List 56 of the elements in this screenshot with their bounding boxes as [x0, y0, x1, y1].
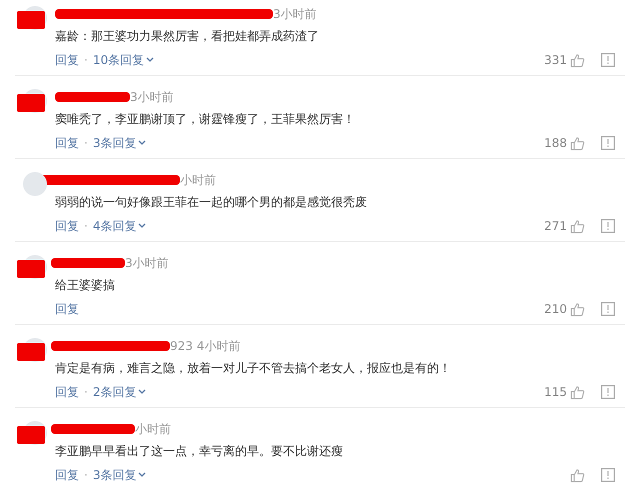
report-icon[interactable] [601, 385, 615, 399]
comment-time: 3小时前 [273, 6, 317, 23]
redacted-avatar[interactable] [17, 338, 47, 362]
comment-text: 肯定是有病，难言之隐，放着一对儿子不管去搞个老女人，报应也是有的！ [54, 360, 452, 376]
like-count: 210 [544, 301, 567, 318]
report-icon[interactable] [601, 53, 615, 67]
thumbs-up-icon[interactable] [570, 136, 585, 150]
replies-link[interactable]: 3条回复 [92, 134, 146, 152]
comment-text: 李亚鹏早早看出了这一点，幸亏离的早。要不比谢还瘦 [54, 443, 344, 459]
replies-link[interactable]: 2条回复 [92, 383, 146, 401]
chevron-down-icon [138, 472, 146, 478]
like-count: 188 [544, 135, 567, 152]
thumbs-up-icon[interactable] [570, 384, 585, 400]
chevron-down-icon [138, 223, 146, 229]
comment-time: 3小时前 [130, 89, 174, 106]
redacted-avatar[interactable] [17, 255, 47, 279]
replies-link[interactable]: 3条回复 [92, 466, 146, 484]
separator-dot: · [84, 218, 88, 235]
comment-text: 给王婆婆搞 [54, 277, 116, 293]
comment-time: 小时前 [180, 172, 216, 189]
like-count: 331 [544, 52, 567, 69]
like-count: 115 [544, 384, 567, 401]
report-icon[interactable] [601, 468, 615, 482]
comment-time: 3小时前 [125, 255, 169, 272]
chevron-down-icon [138, 389, 146, 395]
separator-dot: · [84, 384, 88, 401]
replies-link[interactable]: 4条回复 [92, 217, 146, 235]
comment-text: 弱弱的说一句好像跟王菲在一起的哪个男的都是感觉很秃废 [54, 194, 368, 210]
thumbs-up-icon[interactable] [570, 468, 585, 482]
reply-link[interactable]: 回复 [55, 51, 79, 69]
reply-link[interactable]: 回复 [55, 383, 79, 401]
replies-link[interactable]: 10条回复 [92, 51, 154, 69]
report-icon[interactable] [601, 219, 615, 233]
redacted-avatar[interactable] [17, 6, 47, 30]
separator-dot: · [84, 467, 88, 484]
comment-time: 923 4小时前 [170, 338, 240, 355]
reply-link[interactable]: 回复 [55, 466, 79, 484]
comment-time: 小时前 [135, 421, 171, 438]
reply-link[interactable]: 回复 [55, 217, 79, 235]
separator-dot: · [84, 135, 88, 152]
like-count: 271 [544, 218, 567, 235]
thumbs-up-icon[interactable] [570, 302, 585, 316]
separator-dot: · [84, 52, 88, 69]
redacted-avatar[interactable] [17, 421, 47, 445]
comment-text: 窦唯秃了，李亚鹏谢顶了，谢霆锋瘦了，王菲果然厉害！ [54, 111, 356, 127]
thumbs-up-icon[interactable] [570, 52, 585, 68]
avatar[interactable] [23, 172, 47, 196]
redacted-avatar[interactable] [17, 89, 47, 113]
chevron-down-icon [146, 57, 154, 63]
reply-link[interactable]: 回复 [55, 134, 79, 152]
report-icon[interactable] [601, 302, 615, 316]
comment-text: 嘉龄：那王婆功力果然厉害，看把娃都弄成药渣了 [54, 28, 320, 44]
chevron-down-icon [138, 140, 146, 146]
reply-link[interactable]: 回复 [55, 300, 79, 318]
thumbs-up-icon[interactable] [570, 218, 585, 234]
report-icon[interactable] [601, 136, 615, 150]
